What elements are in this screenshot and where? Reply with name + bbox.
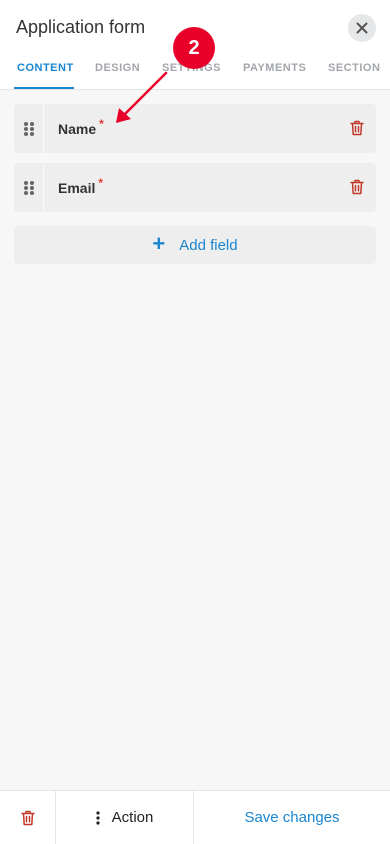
active-tab-indicator (14, 87, 74, 89)
field-label-text: Name (58, 120, 97, 137)
tab-design[interactable]: DESIGN (95, 62, 140, 90)
delete-field-button[interactable] (350, 120, 364, 141)
action-label: Action (111, 809, 154, 826)
drag-handle[interactable] (14, 104, 44, 153)
panel-title: Application form (16, 17, 146, 37)
add-field-button[interactable]: + Add field (14, 226, 376, 264)
footer-bar: Action Save changes (0, 790, 390, 844)
form-field-name[interactable]: Name * (14, 104, 376, 153)
form-field-email[interactable]: Email * (14, 163, 376, 212)
plus-icon: + (152, 231, 166, 256)
delete-field-button[interactable] (350, 179, 364, 200)
tab-content[interactable]: CONTENT (17, 62, 74, 90)
drag-handle[interactable] (14, 163, 44, 212)
required-indicator: * (99, 116, 104, 131)
field-label: Email * (58, 176, 103, 196)
tab-payments[interactable]: PAYMENTS (243, 62, 306, 90)
add-field-label: Add field (179, 236, 238, 254)
drag-handle-icon (23, 180, 34, 195)
field-label-text: Email (58, 179, 96, 196)
delete-form-button[interactable] (0, 791, 56, 844)
required-indicator: * (98, 175, 104, 190)
drag-handle-icon (23, 121, 34, 136)
kebab-menu-icon (96, 810, 100, 825)
trash-icon (350, 179, 364, 195)
action-menu-button[interactable]: Action (56, 791, 194, 844)
trash-icon (350, 120, 364, 136)
save-changes-button[interactable]: Save changes (194, 791, 390, 844)
tab-section[interactable]: SECTION (328, 62, 380, 90)
close-button[interactable] (348, 14, 376, 42)
field-label: Name * (58, 117, 104, 137)
annotation-step-badge: 2 (173, 27, 215, 69)
trash-icon (20, 810, 35, 825)
close-icon (356, 22, 368, 34)
